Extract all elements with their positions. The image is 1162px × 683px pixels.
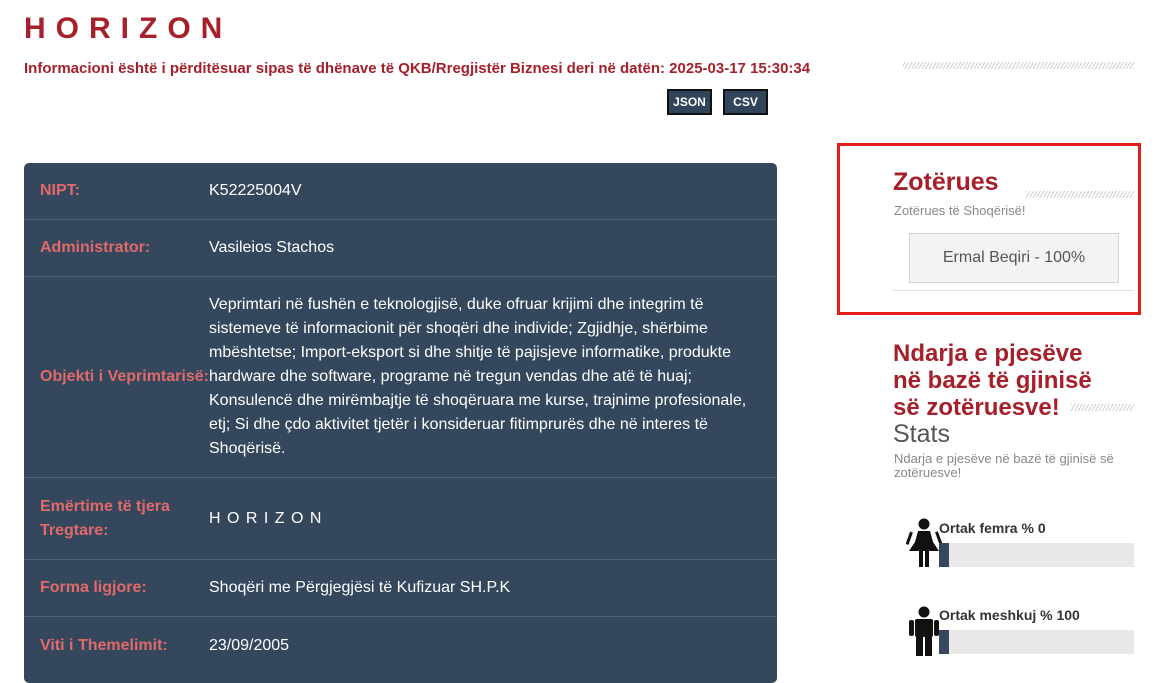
owners-title: Zotërues xyxy=(893,168,999,196)
detail-label: Objekti i Veprimtarisë: xyxy=(40,368,209,385)
detail-row-trade-names: Emërtime të tjera Tregtare: H O R I Z O … xyxy=(24,478,777,560)
stats-heading: Stats xyxy=(893,420,950,448)
male-person-icon xyxy=(909,606,939,656)
female-stat-fill xyxy=(939,543,949,567)
detail-row-nipt: NIPT: K52225004V xyxy=(24,163,777,220)
detail-value: Shoqëri me Përgjegjësi të Kufizuar SH.P.… xyxy=(209,579,511,596)
detail-value: Vasileios Stachos xyxy=(209,239,335,256)
detail-label: NIPT: xyxy=(40,182,80,199)
owners-subtitle: Zotërues të Shoqërisë! xyxy=(894,203,1026,218)
detail-row-legal-form: Forma ligjore: Shoqëri me Përgjegjësi të… xyxy=(24,560,777,617)
detail-value: K52225004V xyxy=(209,182,302,199)
json-export-button[interactable]: JSON xyxy=(667,89,712,115)
owners-divider xyxy=(893,290,1134,291)
detail-label: Emërtime të tjera Tregtare: xyxy=(40,497,170,539)
stats-subtitle: Ndarja e pjesëve në bazë të gjinisë së z… xyxy=(894,451,1114,480)
detail-label: Viti i Themelimit: xyxy=(40,636,168,654)
detail-value: 23/09/2005 xyxy=(209,636,290,654)
owners-hatch xyxy=(1026,191,1134,198)
detail-row-founding-year: Viti i Themelimit: 23/09/2005 xyxy=(24,617,777,674)
detail-value: H O R I Z O N xyxy=(209,509,323,527)
detail-label: Administrator: xyxy=(40,239,151,256)
male-stat-bar xyxy=(939,630,1134,654)
detail-row-activity: Objekti i Veprimtarisë: Veprimtari në fu… xyxy=(24,277,777,478)
title-hatch xyxy=(903,62,1134,69)
female-stat-bar xyxy=(939,543,1134,567)
stats-hatch xyxy=(1071,404,1134,411)
detail-value: Veprimtari në fushën e teknologjisë, duk… xyxy=(209,296,747,457)
male-stat-label: Ortak meshkuj % 100 xyxy=(939,607,1080,623)
detail-label: Forma ligjore: xyxy=(40,579,147,596)
company-details-table: NIPT: K52225004V Administrator: Vasileio… xyxy=(24,163,777,683)
owner-item[interactable]: Ermal Beqiri - 100% xyxy=(909,233,1119,283)
update-notice: Informacioni është i përditësuar sipas t… xyxy=(24,60,811,77)
male-stat-fill xyxy=(939,630,949,654)
female-person-icon xyxy=(906,518,942,567)
company-title: HORIZON xyxy=(24,12,233,45)
detail-row-administrator: Administrator: Vasileios Stachos xyxy=(24,220,777,277)
csv-export-button[interactable]: CSV xyxy=(723,89,768,115)
female-stat-label: Ortak femra % 0 xyxy=(939,520,1046,536)
